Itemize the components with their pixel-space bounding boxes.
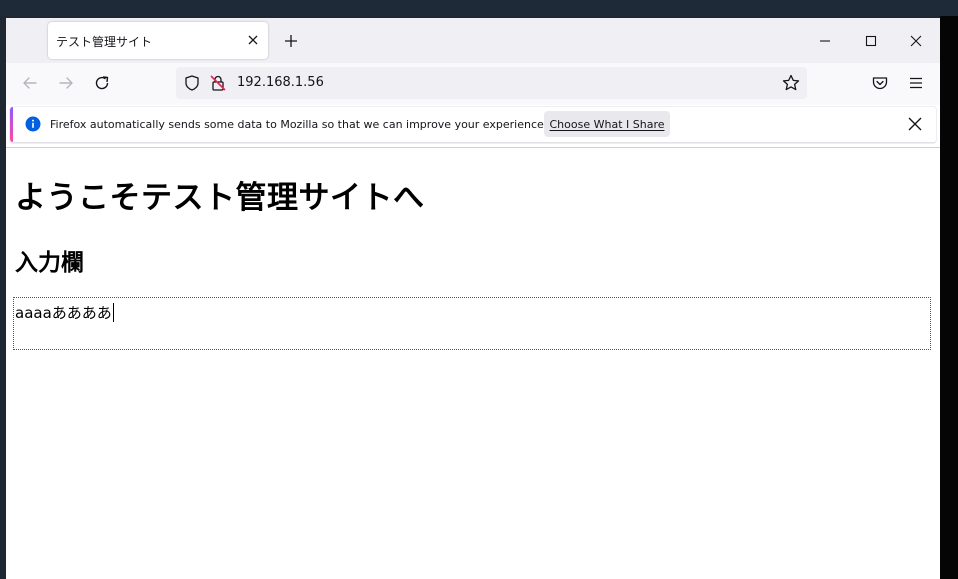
address-bar[interactable]: 192.168.1.56: [176, 67, 807, 99]
choose-what-i-share-button[interactable]: Choose What I Share: [544, 111, 670, 137]
maximize-icon[interactable]: [860, 30, 882, 52]
text-caret: [112, 303, 114, 322]
forward-arrow-icon[interactable]: [56, 73, 76, 93]
close-notification-icon[interactable]: [906, 115, 924, 133]
data-collection-notification: Firefox automatically sends some data to…: [10, 107, 936, 143]
close-window-icon[interactable]: [905, 30, 927, 52]
tab-title: テスト管理サイト: [56, 35, 153, 49]
reload-icon[interactable]: [92, 73, 112, 93]
navigation-bar: 192.168.1.56: [6, 63, 940, 105]
browser-window: テスト管理サイト 192.168.1.56 Firefox automatica…: [6, 18, 940, 579]
back-arrow-icon[interactable]: [20, 73, 40, 93]
text-input-field[interactable]: aaaaああああ: [13, 297, 931, 350]
notification-message: Firefox automatically sends some data to…: [50, 118, 548, 131]
insecure-lock-icon[interactable]: [209, 74, 227, 92]
tab-active[interactable]: テスト管理サイト: [48, 22, 268, 59]
desktop-right-edge: [940, 16, 958, 579]
hamburger-menu-icon[interactable]: [906, 73, 926, 93]
tab-bar: テスト管理サイト: [6, 18, 940, 63]
close-tab-icon[interactable]: [244, 31, 262, 49]
input-value[interactable]: aaaaああああ: [15, 302, 114, 323]
page-content: ようこそテスト管理サイトへ 入力欄 aaaaああああ: [6, 148, 940, 579]
pocket-icon[interactable]: [870, 73, 890, 93]
input-value-text: aaaaああああ: [15, 304, 112, 322]
info-icon: [25, 116, 41, 132]
section-heading: 入力欄: [15, 250, 84, 276]
minimize-icon[interactable]: [814, 30, 836, 52]
url-text[interactable]: 192.168.1.56: [237, 75, 324, 90]
notification-accent: [10, 107, 13, 142]
bookmark-star-icon[interactable]: [781, 73, 801, 93]
tracking-shield-icon[interactable]: [183, 74, 201, 92]
page-title: ようこそテスト管理サイトへ: [15, 180, 425, 216]
new-tab-icon[interactable]: [281, 31, 301, 51]
desktop-top-bar: [0, 0, 958, 16]
